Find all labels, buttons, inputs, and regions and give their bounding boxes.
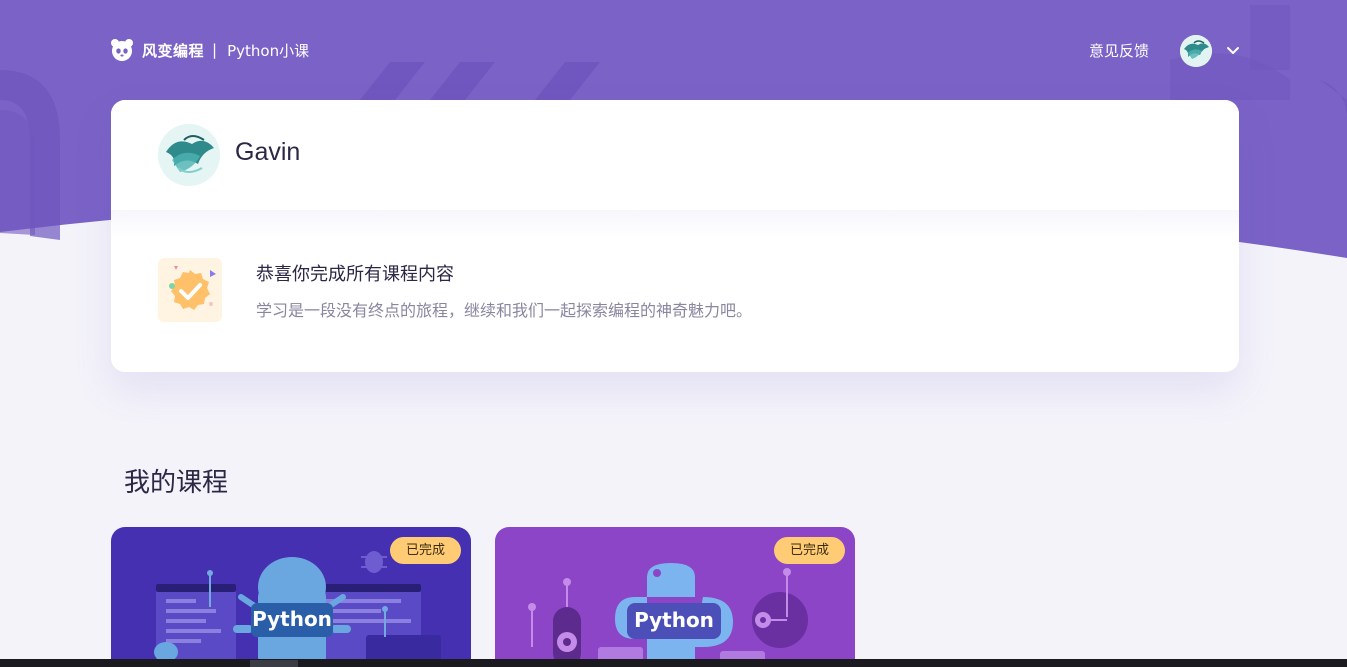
completion-badge-icon — [169, 266, 216, 310]
profile-avatar — [158, 124, 220, 186]
user-avatar[interactable] — [1180, 35, 1212, 67]
course-label: Python — [634, 608, 714, 632]
panda-logo-icon — [111, 39, 133, 61]
course-card[interactable]: Python 已完成 — [111, 527, 471, 667]
horizontal-scrollbar[interactable] — [0, 659, 1347, 667]
achievement-title: 恭喜你完成所有课程内容 — [256, 264, 454, 285]
completion-badge — [158, 258, 222, 322]
status-badge: 已完成 — [389, 537, 461, 564]
profile-header: Gavin — [111, 100, 1239, 210]
my-courses-title: 我的课程 — [124, 468, 229, 498]
username: Gavin — [235, 138, 301, 166]
feedback-link[interactable]: 意见反馈 — [1089, 40, 1149, 61]
avatar-image — [1180, 35, 1212, 67]
chevron-down-icon[interactable] — [1225, 44, 1241, 58]
status-badge: 已完成 — [773, 537, 845, 564]
course-name: Python小课 — [227, 41, 310, 60]
brand-separator: | — [212, 41, 218, 59]
achievement-section — [111, 210, 1239, 372]
top-navigation-bar: 风变编程 | Python小课 意见反馈 — [0, 0, 1347, 100]
avatar-image — [158, 124, 220, 186]
scrollbar-thumb[interactable] — [250, 660, 298, 667]
brand[interactable]: 风变编程 | Python小课 — [110, 38, 309, 62]
achievement-subtitle: 学习是一段没有终点的旅程，继续和我们一起探索编程的神奇魅力吧。 — [256, 301, 753, 320]
profile-card: Gavin 恭喜你完成所有课程内容 学习是一段没有终点的旅程，继续和我们一起探索… — [111, 100, 1239, 372]
brand-name: 风变编程 — [142, 41, 205, 60]
course-label: Python — [252, 607, 332, 631]
course-card[interactable]: Python 已完成 — [495, 527, 855, 667]
